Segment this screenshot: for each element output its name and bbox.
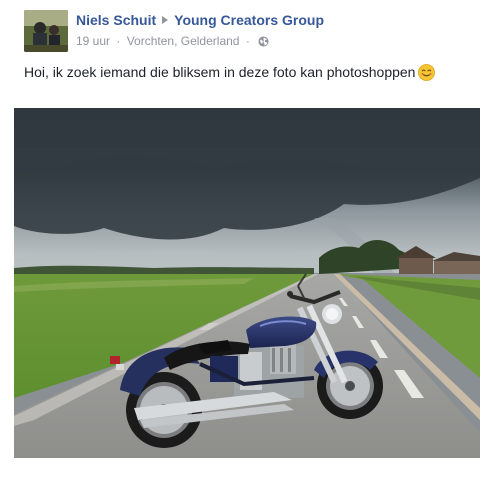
meta-separator: · <box>116 34 121 48</box>
location-link[interactable]: Vorchten, Gelderland <box>127 34 240 48</box>
post-title-line: Niels Schuit Young Creators Group <box>76 12 324 30</box>
meta-separator-2: · <box>245 34 250 48</box>
group-link[interactable]: Young Creators Group <box>174 12 324 28</box>
smiling-face-emoji-icon <box>418 64 436 81</box>
timestamp-link[interactable]: 19 uur <box>76 34 110 48</box>
post-header: Niels Schuit Young Creators Group 19 uur … <box>24 10 482 54</box>
author-link[interactable]: Niels Schuit <box>76 12 156 28</box>
globe-icon[interactable] <box>258 36 269 47</box>
post-message-text: Hoi, ik zoek iemand die bliksem in deze … <box>24 64 416 80</box>
post-meta: 19 uur · Vorchten, Gelderland · <box>76 34 269 48</box>
post-message: Hoi, ik zoek iemand die bliksem in deze … <box>24 64 436 81</box>
group-post: Niels Schuit Young Creators Group 19 uur … <box>0 0 492 478</box>
post-photo[interactable] <box>14 108 480 458</box>
arrow-right-icon <box>162 16 169 25</box>
avatar[interactable] <box>24 10 68 52</box>
